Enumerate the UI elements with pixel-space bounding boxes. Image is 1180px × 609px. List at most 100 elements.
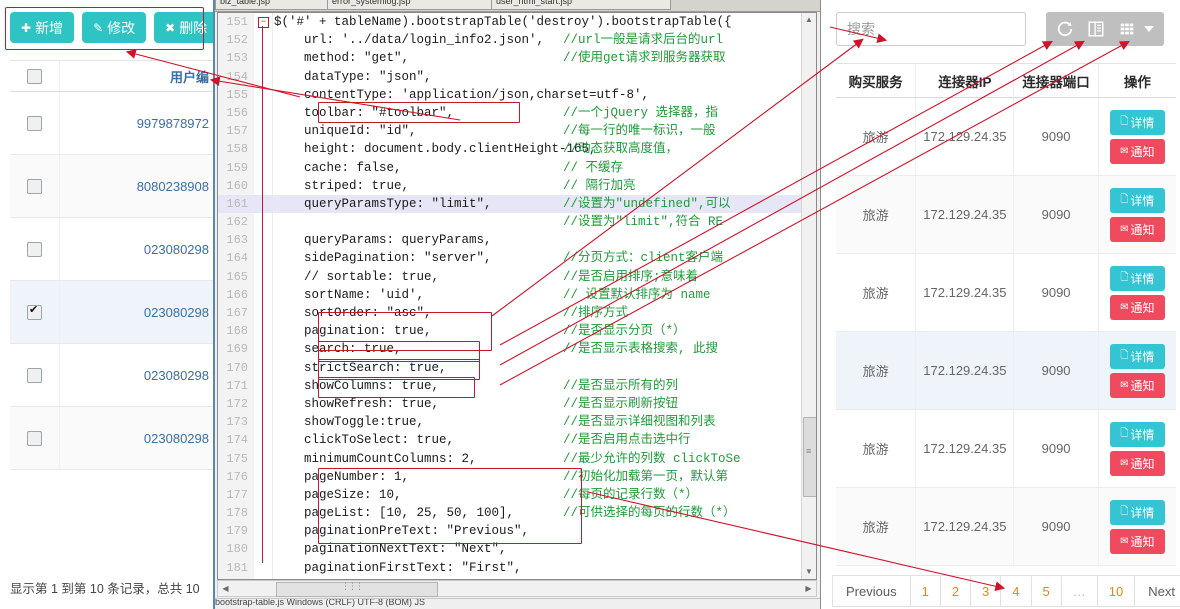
notify-button[interactable]: ✉ 通知 <box>1109 138 1165 164</box>
table-row[interactable]: 旅游 172.129.24.35 9090 🗋 详情 ✉ 通知 <box>836 410 1176 488</box>
toggle-view-icon[interactable] <box>1087 18 1106 40</box>
code-line[interactable]: 153 method: "get", //使用get请求到服务器获取 <box>218 49 802 67</box>
pagination-page-5[interactable]: 5 <box>1031 575 1062 607</box>
table-row[interactable]: 旅游 172.129.24.35 9090 🗋 详情 ✉ 通知 <box>836 254 1176 332</box>
row-checkbox[interactable] <box>27 178 42 194</box>
pagination-page-2[interactable]: 2 <box>940 575 972 607</box>
code-line[interactable]: 176 pageNumber: 1, //初始化加载第一页，默认第 <box>218 468 802 486</box>
code-line[interactable]: 161 queryParamsType: "limit", //设置为"undef… <box>218 194 802 214</box>
code-line[interactable]: 151 $('#' + tableName).bootstrapTable('de… <box>218 13 802 31</box>
code-line[interactable]: 168 pagination: true, //是否显示分页（*） <box>218 322 802 340</box>
code-line[interactable]: 177 pageSize: 10, //每页的记录行数（*） <box>218 486 802 504</box>
code-line[interactable]: 171 showColumns: true, //是否显示所有的列 <box>218 377 802 395</box>
detail-button[interactable]: 🗋 详情 <box>1109 265 1165 291</box>
detail-button[interactable]: 🗋 详情 <box>1109 421 1165 447</box>
notify-button[interactable]: ✉ 通知 <box>1109 450 1165 476</box>
editor-horizontal-scrollbar[interactable]: ◀ ▶ <box>217 580 817 597</box>
code-line[interactable]: 155 contentType: 'application/json,chars… <box>218 86 802 104</box>
detail-button[interactable]: 🗋 详情 <box>1109 109 1165 135</box>
vertical-scroll-thumb[interactable] <box>803 417 816 497</box>
code-line[interactable]: 173 showToggle:true, //是否显示详细视图和列表 <box>218 413 802 431</box>
code-line[interactable]: 164 sidePagination: "server", //分页方式：clie… <box>218 249 802 267</box>
scroll-down-arrow[interactable]: ▼ <box>802 565 816 579</box>
editor-tab-1[interactable]: error_systemlog.jsp <box>327 0 497 10</box>
horizontal-scroll-thumb[interactable] <box>276 581 438 597</box>
code-line[interactable]: 159 cache: false, // 不缓存 <box>218 159 802 177</box>
add-button[interactable]: ✚ 新增 <box>10 12 75 43</box>
table-row[interactable]: 旅游 172.129.24.35 9090 🗋 详情 ✉ 通知 <box>836 488 1176 566</box>
code-line[interactable]: 180 paginationNextText: "Next", <box>218 540 802 558</box>
code-line[interactable]: 160 striped: true, // 隔行加亮 <box>218 177 802 195</box>
table-row[interactable]: 023080298 <box>10 218 213 281</box>
code-line[interactable]: 165 // sortable: true, //是否启用排序;意味着 <box>218 268 802 286</box>
code-line[interactable]: 154 dataType: "json", <box>218 68 802 86</box>
scroll-left-arrow[interactable]: ◀ <box>218 581 233 596</box>
row-checkbox-cell[interactable] <box>10 155 60 217</box>
select-all-checkbox[interactable] <box>27 68 42 84</box>
table-row[interactable]: 023080298 <box>10 344 213 407</box>
detail-button[interactable]: 🗋 详情 <box>1109 343 1165 369</box>
editor-tab-0[interactable]: biz_table.jsp <box>215 0 333 10</box>
row-checkbox-cell[interactable] <box>10 218 60 280</box>
table-row[interactable]: 旅游 172.129.24.35 9090 🗋 详情 ✉ 通知 <box>836 332 1176 410</box>
row-checkbox[interactable] <box>27 430 42 446</box>
code-line[interactable]: 182 paginationLastText: "Last", <box>218 577 802 580</box>
code-line[interactable]: 175 minimumCountColumns: 2, //最少允许的列数 cli… <box>218 450 802 468</box>
scroll-up-arrow[interactable]: ▲ <box>802 13 816 27</box>
pagination-previous[interactable]: Previous <box>832 575 911 607</box>
code-line[interactable]: 174 clickToSelect: true, //是否启用点击选中行 <box>218 431 802 449</box>
search-input[interactable] <box>836 12 1026 46</box>
code-line[interactable]: 162 //设置为"limit",符合 RE <box>218 213 802 231</box>
table-row[interactable]: 023080298 <box>10 407 213 470</box>
code-line[interactable]: 170 strictSearch: true, <box>218 359 802 377</box>
row-checkbox[interactable] <box>27 241 42 257</box>
pagination-page-3[interactable]: 3 <box>971 575 1002 607</box>
row-checkbox-cell[interactable] <box>10 281 60 343</box>
edit-button[interactable]: ✎ 修改 <box>82 12 147 43</box>
code-line[interactable]: 157 uniqueId: "id", //每一行的唯一标识，一般 <box>218 122 802 140</box>
delete-button[interactable]: ✖ 删除 <box>154 12 213 43</box>
code-line[interactable]: 158 height: document.body.clientHeight-1… <box>218 140 802 158</box>
pagination-page-4[interactable]: 4 <box>1001 575 1032 607</box>
select-all-checkbox-cell[interactable] <box>10 61 60 91</box>
detail-button[interactable]: 🗋 详情 <box>1109 499 1165 525</box>
row-checkbox-cell[interactable] <box>10 92 60 154</box>
code-lines[interactable]: 151 $('#' + tableName).bootstrapTable('de… <box>218 13 802 579</box>
detail-button[interactable]: 🗋 详情 <box>1109 187 1165 213</box>
row-checkbox-cell[interactable] <box>10 407 60 469</box>
table-row[interactable]: 8080238908 <box>10 155 213 218</box>
notify-button[interactable]: ✉ 通知 <box>1109 294 1165 320</box>
table-row[interactable]: 旅游 172.129.24.35 9090 🗋 详情 ✉ 通知 <box>836 176 1176 254</box>
chevron-down-icon[interactable] <box>1144 26 1155 32</box>
row-checkbox[interactable] <box>27 115 42 131</box>
editor-tab-2[interactable]: user_html_start.jsp <box>491 0 671 10</box>
code-area[interactable]: 151 $('#' + tableName).bootstrapTable('de… <box>217 12 817 580</box>
code-line[interactable]: 178 pageList: [10, 25, 50, 100], //可供选择的每… <box>218 504 802 522</box>
row-checkbox-cell[interactable] <box>10 344 60 406</box>
editor-vertical-scrollbar[interactable]: ▲ ▼ <box>801 13 816 579</box>
table-row[interactable]: 旅游 172.129.24.35 9090 🗋 详情 ✉ 通知 <box>836 98 1176 176</box>
notify-button[interactable]: ✉ 通知 <box>1109 216 1165 242</box>
code-line[interactable]: 167 sortOrder: "asc", //排序方式 <box>218 304 802 322</box>
code-line[interactable]: 152 url: '../data/login_info2.json', //ur… <box>218 31 802 49</box>
code-line[interactable]: 166 sortName: 'uid', // 设置默认排序为 name <box>218 286 802 304</box>
code-line[interactable]: 169 search: true, //是否显示表格搜索, 此搜 <box>218 340 802 358</box>
code-line[interactable]: 172 showRefresh: true, //是否显示刷新按钮 <box>218 395 802 413</box>
scroll-right-arrow[interactable]: ▶ <box>801 581 816 596</box>
pagination-page-1[interactable]: 1 <box>910 575 941 607</box>
code-line[interactable]: 181 paginationFirstText: "First", <box>218 559 802 577</box>
fold-marker-151[interactable]: − <box>258 17 269 28</box>
notify-button[interactable]: ✉ 通知 <box>1109 372 1165 398</box>
code-line[interactable]: 179 paginationPreText: "Previous", <box>218 522 802 540</box>
row-checkbox[interactable] <box>27 367 42 383</box>
table-row[interactable]: 023080298 <box>10 281 213 344</box>
columns-icon[interactable] <box>1117 18 1136 40</box>
refresh-icon[interactable] <box>1056 18 1075 40</box>
pagination-next[interactable]: Next <box>1135 575 1180 607</box>
pagination-page-10[interactable]: 10 <box>1097 575 1136 607</box>
table-row[interactable]: 9979878972 <box>10 92 213 155</box>
code-line[interactable]: 156 toolbar: "#toolbar", //一个jQuery 选择器，指 <box>218 104 802 122</box>
row-checkbox[interactable] <box>27 303 42 320</box>
notify-button[interactable]: ✉ 通知 <box>1109 528 1165 554</box>
code-line[interactable]: 163 queryParams: queryParams, <box>218 231 802 249</box>
